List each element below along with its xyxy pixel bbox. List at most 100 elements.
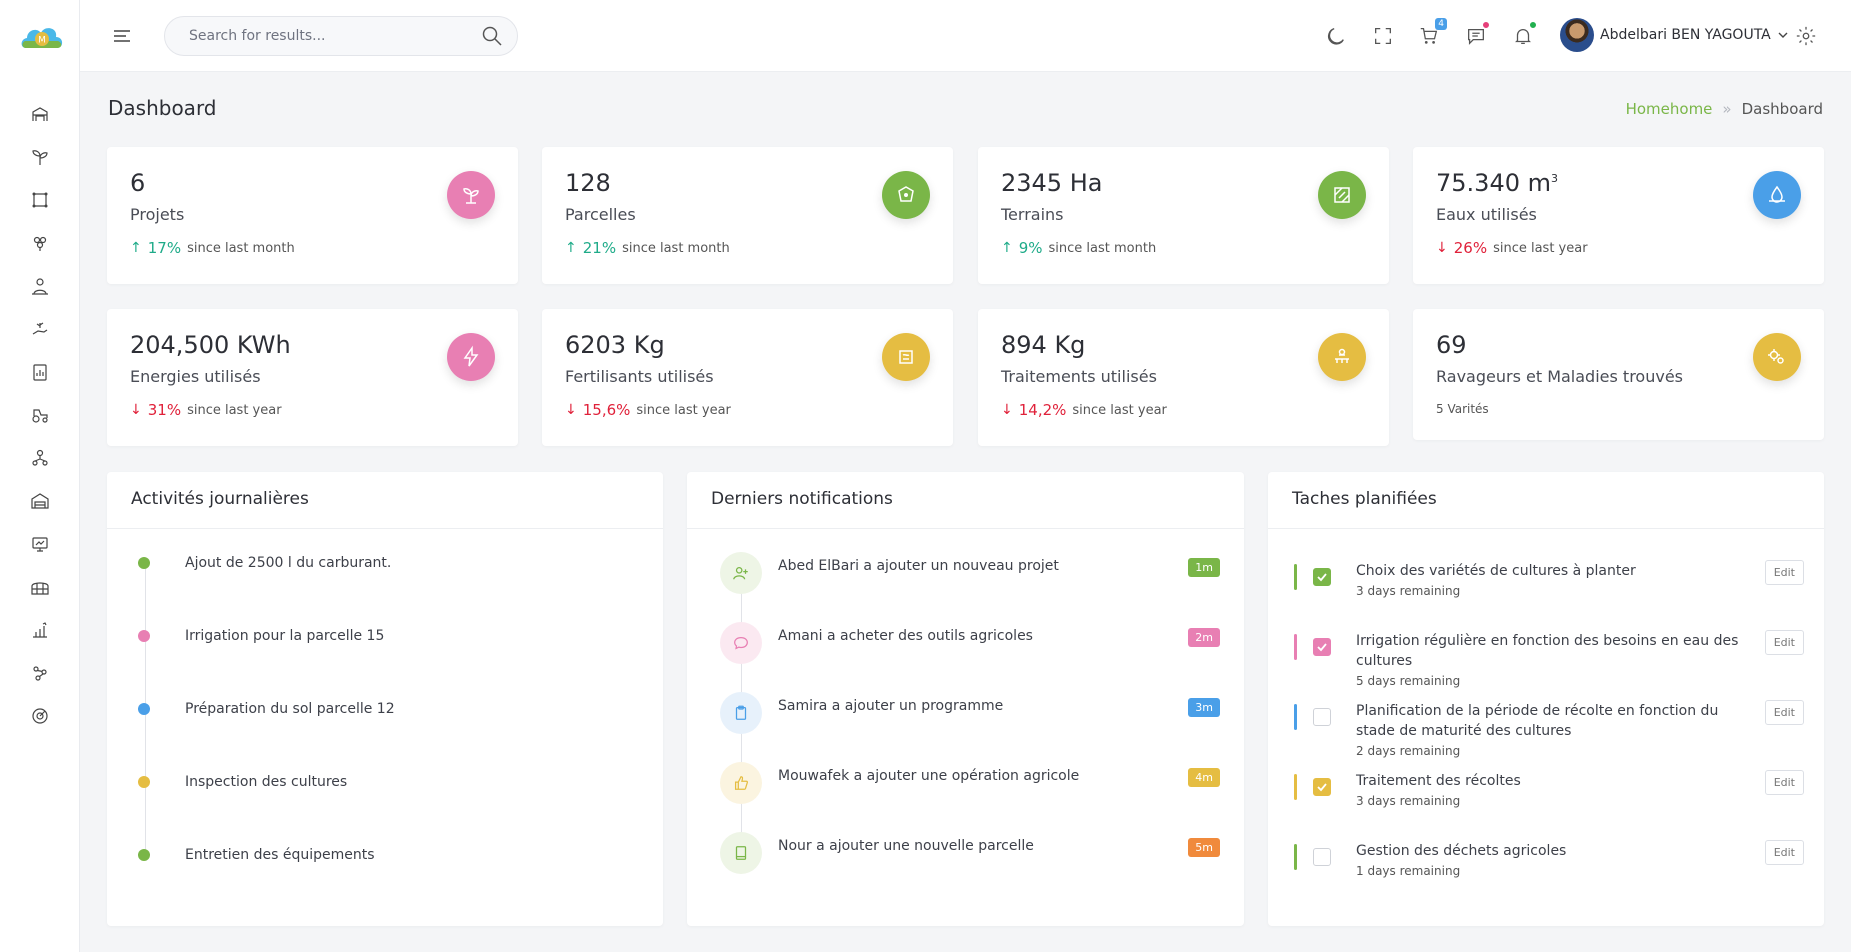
stat-pct: 15,6%: [582, 401, 631, 419]
edit-task-button[interactable]: Edit: [1764, 770, 1804, 795]
user-plus-icon: [720, 552, 762, 594]
notification-item[interactable]: Samira a ajouter un programme 3m: [720, 692, 1220, 736]
app-logo[interactable]: M: [18, 20, 66, 54]
sidebar-item-support[interactable]: [0, 694, 80, 737]
stat-change: ↓ 14,2% since last year: [1001, 401, 1167, 419]
moon-icon: [1328, 28, 1344, 45]
task-title-text: Irrigation régulière en fonction des bes…: [1356, 633, 1739, 669]
sidebar-item-reports[interactable]: [0, 350, 80, 393]
edit-task-button[interactable]: Edit: [1764, 700, 1804, 725]
notification-time-badge: 2m: [1188, 628, 1220, 647]
sidebar-item-warehouse[interactable]: [0, 479, 80, 522]
cart-button[interactable]: 4: [1417, 18, 1447, 48]
messages-button[interactable]: [1464, 21, 1490, 48]
task-color-bar: [1294, 774, 1297, 800]
stat-label: Ravageurs et Maladies trouvés: [1436, 367, 1683, 386]
notification-text: Mouwafek a ajouter une opération agricol…: [778, 768, 1080, 784]
bug-icon: [1753, 333, 1801, 381]
stat-pct: 14,2%: [1018, 401, 1067, 419]
list-item: Irrigation pour la parcelle 15: [138, 628, 384, 644]
stat-value: 204,500 KWh: [130, 331, 291, 359]
sidebar-item-farm[interactable]: [0, 92, 80, 135]
stat-since: since last month: [622, 240, 730, 256]
sidebar-item-tractor[interactable]: [0, 393, 80, 436]
stat-change: ↑ 17% since last month: [130, 239, 295, 257]
stat-label: Energies utilisés: [130, 367, 261, 386]
menu-toggle-button[interactable]: [112, 26, 132, 46]
arrow-down-icon: ↓: [1001, 402, 1013, 418]
notifications-button[interactable]: [1511, 21, 1537, 48]
task-checkbox[interactable]: [1313, 708, 1331, 726]
settings-button[interactable]: [1794, 24, 1818, 48]
fertilizer-icon: [882, 333, 930, 381]
user-menu[interactable]: Abdelbari BEN YAGOUTA: [1560, 18, 1789, 52]
sidebar-item-greenhouse[interactable]: [0, 565, 80, 608]
notification-item[interactable]: Mouwafek a ajouter une opération agricol…: [720, 762, 1220, 806]
stat-label: Fertilisants utilisés: [565, 367, 714, 386]
stat-change: ↓ 26% since last year: [1436, 239, 1588, 257]
grape-icon: [33, 236, 47, 251]
edit-task-button[interactable]: Edit: [1764, 840, 1804, 865]
sidebar-item-analytics[interactable]: [0, 651, 80, 694]
stat-card-fertilisants[interactable]: 6203 Kg Fertilisants utilisés ↓ 15,6% sinc…: [542, 309, 953, 446]
tasks-panel: Taches planifiées Choix des variétés de …: [1268, 472, 1824, 926]
monitor-icon: [32, 536, 48, 552]
stat-card-traitements[interactable]: 894 Kg Traitements utilisés ↓ 14,2% since …: [978, 309, 1389, 446]
task-checkbox[interactable]: [1313, 638, 1331, 656]
notification-item[interactable]: Abed ElBari a ajouter un nouveau projet …: [720, 552, 1220, 596]
task-checkbox[interactable]: [1313, 778, 1331, 796]
stat-card-energies[interactable]: 204,500 KWh Energies utilisés ↓ 31% since …: [107, 309, 518, 446]
sidebar-item-planting[interactable]: [0, 307, 80, 350]
treatment-icon: [1318, 333, 1366, 381]
task-title-text: Gestion des déchets agricoles: [1356, 843, 1567, 859]
task-due: 2 days remaining: [1356, 744, 1461, 758]
stat-value-number: 75.340 m: [1436, 169, 1551, 197]
stat-card-ravageurs[interactable]: 69 Ravageurs et Maladies trouvés 5 Varit…: [1413, 309, 1824, 440]
dark-mode-toggle[interactable]: [1324, 24, 1348, 48]
stat-card-terrains[interactable]: 2345 Ha Terrains ↑ 9% since last month: [978, 147, 1389, 284]
sidebar-item-network[interactable]: [0, 436, 80, 479]
sidebar-item-crops[interactable]: [0, 221, 80, 264]
panel-title: Derniers notifications: [711, 489, 893, 509]
sidebar-item-workers[interactable]: [0, 264, 80, 307]
edit-task-button[interactable]: Edit: [1764, 630, 1804, 655]
tractor-icon: [32, 408, 48, 423]
task-title-text: Planification de la période de récolte e…: [1356, 703, 1719, 739]
sidebar-item-stats[interactable]: [0, 608, 80, 651]
stat-card-projets[interactable]: 6 Projets ↑ 17% since last month: [107, 147, 518, 284]
search-box: [164, 16, 518, 56]
notification-text: Nour a ajouter une nouvelle parcelle: [778, 838, 1034, 854]
farm-icon: [32, 106, 48, 121]
timeline-dot: [138, 630, 150, 642]
stat-card-eaux[interactable]: 75.340 m3 Eaux utilisés ↓ 26% since last y…: [1413, 147, 1824, 284]
notification-item[interactable]: Nour a ajouter une nouvelle parcelle 5m: [720, 832, 1220, 876]
activities-panel: Activités journalières Ajout de 2500 l d…: [107, 472, 663, 926]
stat-pct: 9%: [1018, 239, 1043, 257]
seed-hand-icon: [32, 322, 48, 335]
sidebar-item-parcels[interactable]: [0, 178, 80, 221]
breadcrumb-home-link[interactable]: Homehome: [1626, 100, 1713, 118]
stat-label: Terrains: [1001, 205, 1064, 224]
svg-text:M: M: [38, 36, 46, 46]
search-input[interactable]: [189, 28, 481, 44]
avatar: [1560, 18, 1594, 52]
clipboard-chart-icon: [33, 363, 47, 381]
arrow-down-icon: ↓: [130, 402, 142, 418]
task-checkbox[interactable]: [1313, 568, 1331, 586]
search-icon[interactable]: [481, 25, 503, 47]
sidebar-item-irrigation[interactable]: [0, 135, 80, 178]
sidebar-item-monitoring[interactable]: [0, 522, 80, 565]
fullscreen-button[interactable]: [1371, 24, 1395, 48]
stat-card-parcelles[interactable]: 128 Parcelles ↑ 21% since last month: [542, 147, 953, 284]
task-title-text: Traitement des récoltes: [1356, 773, 1521, 789]
task-color-bar: [1294, 634, 1297, 660]
notification-time-badge: 5m: [1188, 838, 1220, 857]
stat-value: 128: [565, 169, 611, 197]
task-checkbox[interactable]: [1313, 848, 1331, 866]
stat-value: 894 Kg: [1001, 331, 1086, 359]
notification-item[interactable]: Amani a acheter des outils agricoles 2m: [720, 622, 1220, 666]
edit-task-button[interactable]: Edit: [1764, 560, 1804, 585]
task-title: Irrigation régulière en fonction des bes…: [1356, 631, 1756, 691]
activity-text: Irrigation pour la parcelle 15: [185, 628, 385, 644]
stat-since: since last year: [1072, 402, 1167, 418]
